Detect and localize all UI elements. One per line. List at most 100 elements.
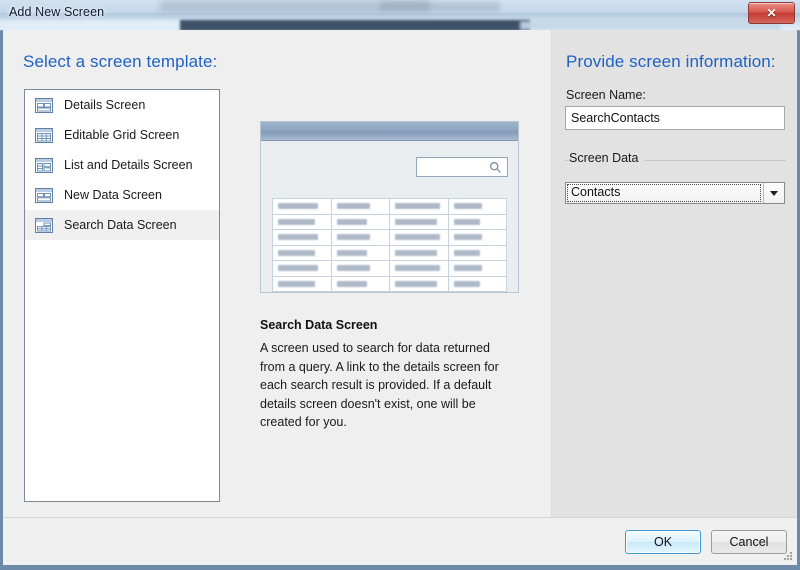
screen-data-selected-value: Contacts xyxy=(571,185,621,199)
preview-grid-row xyxy=(273,230,507,246)
chevron-down-icon xyxy=(770,190,778,196)
magnifier-icon xyxy=(489,161,501,173)
template-item-label: Editable Grid Screen xyxy=(64,128,180,142)
preview-grid-cell-text xyxy=(336,249,367,256)
template-item-label: Details Screen xyxy=(64,98,146,112)
preview-grid-row xyxy=(273,214,507,230)
preview-grid-cell xyxy=(390,276,449,292)
add-new-screen-dialog: Add New Screen ✕ Select a screen templat… xyxy=(0,0,800,570)
window-title: Add New Screen xyxy=(9,5,105,19)
titlebar-glass-blur xyxy=(380,2,500,11)
preview-grid-row xyxy=(273,276,507,292)
preview-window-titlebar xyxy=(261,122,518,141)
preview-grid-cell xyxy=(331,230,390,246)
preview-grid-cell xyxy=(448,276,507,292)
screen-data-group-label: Screen Data xyxy=(569,151,645,165)
screen-name-label: Screen Name: xyxy=(566,88,646,102)
preview-grid-cell-text xyxy=(336,234,370,240)
preview-search-field xyxy=(416,157,508,177)
preview-grid-cell xyxy=(273,214,332,230)
details-screen-icon xyxy=(35,97,53,113)
preview-grid-cell-text xyxy=(395,265,440,271)
preview-grid-cell-text xyxy=(278,280,315,287)
template-item-label: Search Data Screen xyxy=(64,218,177,232)
resize-grip[interactable] xyxy=(782,550,794,562)
template-item-details-screen[interactable]: Details Screen xyxy=(25,90,219,120)
template-item-editable-grid-screen[interactable]: Editable Grid Screen xyxy=(25,120,219,150)
screen-data-group-header: Screen Data xyxy=(565,151,786,168)
preview-grid-cell xyxy=(273,230,332,246)
description-title: Search Data Screen xyxy=(260,318,378,332)
preview-grid-cell-text xyxy=(278,203,318,209)
preview-grid-cell xyxy=(448,199,507,215)
close-icon: ✕ xyxy=(766,6,777,20)
preview-window-body xyxy=(261,141,518,292)
preview-grid-cell xyxy=(448,261,507,277)
preview-grid-cell-text xyxy=(278,249,315,256)
screen-data-combobox[interactable]: Contacts xyxy=(565,182,785,204)
preview-grid-cell xyxy=(390,230,449,246)
title-bar: Add New Screen ✕ xyxy=(0,0,800,31)
template-item-search-data-screen[interactable]: Search Data Screen xyxy=(25,210,219,240)
preview-grid-cell-text xyxy=(336,203,370,209)
template-preview-image xyxy=(260,121,519,293)
dialog-footer: OK Cancel xyxy=(3,517,797,564)
screen-name-input[interactable] xyxy=(565,106,785,130)
preview-grid-cell-text xyxy=(278,218,315,225)
preview-grid-cell-text xyxy=(336,280,367,287)
preview-grid-cell xyxy=(390,261,449,277)
preview-grid-cell-text xyxy=(453,234,482,240)
select-template-heading: Select a screen template: xyxy=(23,52,218,71)
preview-grid-cell xyxy=(448,214,507,230)
preview-grid-cell xyxy=(331,199,390,215)
preview-data-grid xyxy=(272,198,507,292)
preview-grid-cell-text xyxy=(395,218,437,225)
list-and-details-screen-icon xyxy=(35,157,53,173)
editable-grid-screen-icon xyxy=(35,127,53,143)
preview-grid-row xyxy=(273,199,507,215)
preview-grid-cell xyxy=(331,261,390,277)
preview-grid-row xyxy=(273,245,507,261)
provide-screen-information-heading: Provide screen information: xyxy=(566,52,776,71)
preview-grid-cell-text xyxy=(336,218,367,225)
template-item-new-data-screen[interactable]: New Data Screen xyxy=(25,180,219,210)
preview-grid-cell xyxy=(273,276,332,292)
template-item-label: List and Details Screen xyxy=(64,158,193,172)
preview-grid-cell xyxy=(331,214,390,230)
cancel-button[interactable]: Cancel xyxy=(711,530,787,554)
preview-grid-cell xyxy=(273,245,332,261)
preview-grid-cell xyxy=(273,199,332,215)
preview-grid-cell xyxy=(390,245,449,261)
template-listbox[interactable]: Details Screen Editable Grid Screen List… xyxy=(24,89,220,502)
preview-grid-cell-text xyxy=(453,280,480,287)
preview-grid-cell xyxy=(390,199,449,215)
description-body: A screen used to search for data returne… xyxy=(260,341,499,430)
preview-grid-cell-text xyxy=(278,265,318,271)
preview-grid-cell xyxy=(273,261,332,277)
preview-grid-cell xyxy=(448,245,507,261)
titlebar-glass-blur xyxy=(520,21,780,30)
preview-grid-cell xyxy=(448,230,507,246)
screen-information-panel: Provide screen information: Screen Name:… xyxy=(551,30,797,517)
preview-grid-cell-text xyxy=(395,234,440,240)
preview-grid-cell xyxy=(331,245,390,261)
template-item-list-and-details-screen[interactable]: List and Details Screen xyxy=(25,150,219,180)
preview-grid-cell-text xyxy=(453,203,482,209)
preview-grid-cell xyxy=(331,276,390,292)
preview-grid-cell-text xyxy=(395,249,437,256)
preview-grid-cell-text xyxy=(453,218,480,225)
close-button[interactable]: ✕ xyxy=(748,2,795,24)
preview-grid-cell xyxy=(390,214,449,230)
dialog-body: Select a screen template: Details Screen xyxy=(3,30,797,517)
preview-grid-cell-text xyxy=(453,249,480,256)
template-item-label: New Data Screen xyxy=(64,188,162,202)
preview-grid-cell-text xyxy=(395,203,440,209)
preview-grid-row xyxy=(273,261,507,277)
ok-button[interactable]: OK xyxy=(625,530,701,554)
dialog-client-area: Select a screen template: Details Screen xyxy=(2,30,798,566)
search-data-screen-icon xyxy=(35,217,53,233)
combobox-dropdown-button[interactable] xyxy=(763,183,784,203)
new-data-screen-icon xyxy=(35,187,53,203)
preview-grid-cell-text xyxy=(395,280,437,287)
preview-grid-cell-text xyxy=(336,265,370,271)
